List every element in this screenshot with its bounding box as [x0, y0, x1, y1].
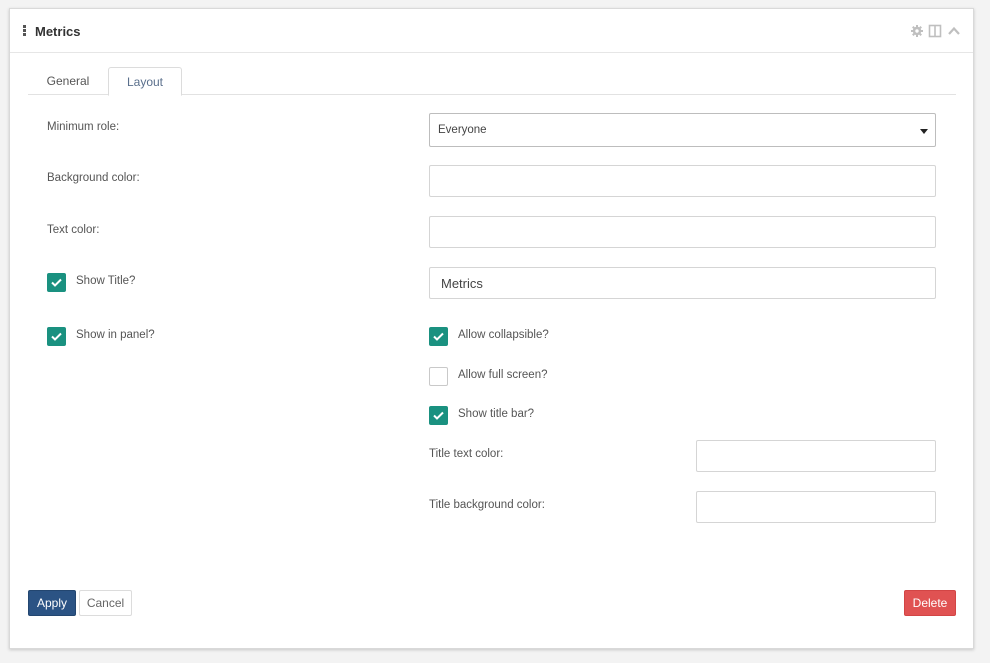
caret-down-icon	[920, 129, 928, 134]
delete-button[interactable]: Delete	[904, 590, 956, 616]
tab-general[interactable]: General	[28, 67, 108, 95]
background-color-label: Background color:	[47, 172, 140, 184]
check-icon	[51, 278, 62, 287]
allow-collapsible-checkbox[interactable]	[429, 327, 448, 346]
tab-bar: General Layout	[28, 67, 956, 96]
check-icon	[51, 332, 62, 341]
show-title-bar-checkbox[interactable]	[429, 406, 448, 425]
text-color-input[interactable]	[429, 216, 936, 248]
allow-collapsible-label: Allow collapsible?	[458, 329, 549, 341]
minimum-role-value: Everyone	[438, 124, 487, 136]
apply-button[interactable]: Apply	[28, 590, 76, 616]
show-title-bar-label: Show title bar?	[458, 408, 535, 420]
show-title-label: Show Title?	[76, 275, 136, 287]
gear-icon[interactable]	[910, 24, 924, 38]
panel-title: Metrics	[35, 24, 81, 39]
columns-icon[interactable]	[928, 24, 942, 38]
title-background-color-label: Title background color:	[429, 499, 545, 511]
allow-full-screen-checkbox[interactable]	[429, 367, 448, 386]
title-background-color-input[interactable]	[696, 491, 936, 523]
title-text-color-input[interactable]	[696, 440, 936, 472]
tab-layout[interactable]: Layout	[108, 67, 182, 96]
check-icon	[433, 332, 444, 341]
allow-full-screen-label: Allow full screen?	[458, 369, 548, 381]
text-color-label: Text color:	[47, 224, 100, 236]
check-icon	[433, 411, 444, 420]
minimum-role-select[interactable]: Everyone	[429, 113, 936, 147]
title-text-color-label: Title text color:	[429, 448, 504, 460]
cancel-button[interactable]: Cancel	[79, 590, 132, 616]
drag-handle-icon[interactable]	[23, 25, 27, 37]
show-in-panel-checkbox[interactable]	[47, 327, 66, 346]
widget-panel: Metrics General Layout Minimum role: Eve…	[9, 8, 974, 649]
show-in-panel-label: Show in panel?	[76, 329, 155, 341]
minimum-role-label: Minimum role:	[47, 121, 120, 133]
background-color-input[interactable]	[429, 165, 936, 197]
show-title-checkbox[interactable]	[47, 273, 66, 292]
title-input[interactable]	[429, 267, 936, 299]
chevron-up-icon[interactable]	[947, 24, 961, 38]
panel-header: Metrics	[10, 9, 973, 53]
